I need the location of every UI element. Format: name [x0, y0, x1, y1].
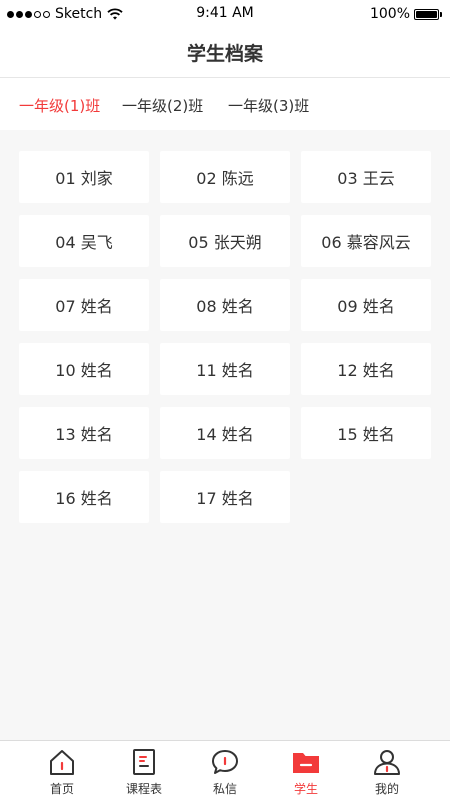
student-card[interactable]: 13 姓名 [19, 407, 149, 459]
tab-schedule[interactable]: 课程表 [104, 741, 184, 799]
tab-label: 学生 [293, 782, 318, 796]
tab-label: 私信 [212, 782, 237, 796]
student-card[interactable]: 05 张天朔 [160, 215, 290, 267]
student-card[interactable]: 08 姓名 [160, 279, 290, 331]
class-tabs: 一年级(1)班 一年级(2)班 一年级(3)班 [0, 78, 450, 130]
student-card[interactable]: 11 姓名 [160, 343, 290, 395]
student-card[interactable]: 06 慕容风云 [301, 215, 431, 267]
profile-icon [374, 750, 400, 775]
student-card[interactable]: 17 姓名 [160, 471, 290, 523]
student-card[interactable]: 15 姓名 [301, 407, 431, 459]
bottom-tab-bar: 首页 课程表 私信 学生 我的 [0, 740, 450, 799]
tab-students[interactable]: 学生 [266, 741, 346, 799]
student-grid: 01 刘家 02 陈远 03 王云 04 吴飞 05 张天朔 06 慕容风云 0… [19, 151, 432, 523]
tab-profile[interactable]: 我的 [347, 741, 427, 799]
student-card[interactable]: 14 姓名 [160, 407, 290, 459]
message-icon [212, 750, 238, 774]
student-card[interactable]: 04 吴飞 [19, 215, 149, 267]
tab-class-3[interactable]: 一年级(3)班 [228, 95, 309, 116]
student-card[interactable]: 01 刘家 [19, 151, 149, 203]
student-card[interactable]: 16 姓名 [19, 471, 149, 523]
tab-class-1[interactable]: 一年级(1)班 [19, 95, 100, 116]
tab-label: 首页 [49, 782, 74, 796]
student-card[interactable]: 03 王云 [301, 151, 431, 203]
tab-label: 课程表 [125, 782, 162, 796]
status-right: 100% [370, 5, 442, 23]
battery-percentage: 100% [369, 6, 410, 22]
student-card[interactable]: 09 姓名 [301, 279, 431, 331]
student-card[interactable]: 12 姓名 [301, 343, 431, 395]
tab-class-2[interactable]: 一年级(2)班 [122, 95, 203, 116]
student-card[interactable]: 10 姓名 [19, 343, 149, 395]
student-card[interactable]: 07 姓名 [19, 279, 149, 331]
status-bar: Sketch 9:41 AM 100% [0, 0, 450, 28]
tab-label: 我的 [374, 782, 399, 796]
folder-icon [293, 753, 319, 773]
home-icon [50, 750, 74, 775]
tab-home[interactable]: 首页 [22, 741, 102, 799]
student-card[interactable]: 02 陈远 [160, 151, 290, 203]
schedule-icon [133, 749, 155, 775]
battery-icon [414, 8, 439, 20]
page-title: 学生档案 [186, 43, 263, 65]
tab-messages[interactable]: 私信 [185, 741, 265, 799]
nav-bar: 学生档案 [0, 28, 450, 78]
